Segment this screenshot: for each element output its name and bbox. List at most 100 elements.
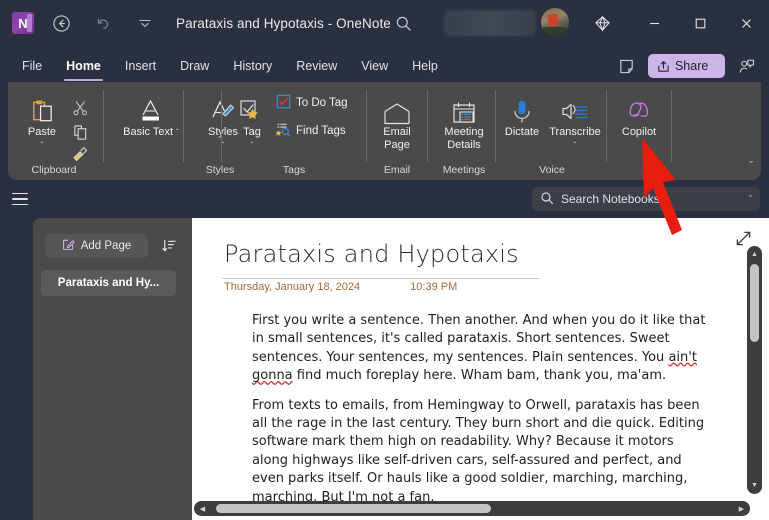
- ribbon-group-copilot: Copilot: [608, 82, 670, 180]
- new-page-pencil-icon: [62, 238, 75, 254]
- transcribe-label: Transcribe: [549, 126, 601, 138]
- ribbon-group-tags: Tag ˇ To Do Tag Find Tags Tags: [224, 82, 364, 180]
- hamburger-menu-icon[interactable]: [8, 187, 32, 211]
- page-time: 10:39 PM: [410, 281, 458, 293]
- group-separator: [606, 90, 607, 162]
- scroll-up-arrow[interactable]: ▲: [747, 247, 762, 262]
- undo-icon[interactable]: [88, 8, 118, 38]
- tab-draw[interactable]: Draw: [178, 56, 211, 76]
- chevron-down-icon: ˇ: [40, 140, 44, 150]
- meeting-details-button[interactable]: Meeting Details: [433, 96, 495, 151]
- note-body[interactable]: First you write a sentence. Then another…: [252, 312, 712, 520]
- note-paragraph-2: From texts to emails, from Hemingway to …: [252, 397, 705, 505]
- copilot-icon: [624, 96, 654, 126]
- add-page-label: Add Page: [80, 240, 132, 252]
- transcribe-icon: [560, 96, 590, 126]
- group-label-voice: Voice: [539, 164, 565, 176]
- chevron-down-icon[interactable]: ˇ: [749, 194, 752, 204]
- account-name-blurred[interactable]: [444, 10, 536, 36]
- find-tags-button[interactable]: Find Tags: [275, 122, 346, 140]
- add-page-button[interactable]: Add Page: [45, 234, 148, 258]
- paste-label: Paste: [27, 126, 57, 138]
- to-do-tag-button[interactable]: To Do Tag: [276, 94, 348, 112]
- sort-icon[interactable]: [158, 235, 180, 257]
- window-title: Parataxis and Hypotaxis - OneNote: [176, 15, 391, 31]
- window-controls: [631, 0, 769, 46]
- onenote-window: N Parataxis and Hypotaxis - OneNote File…: [0, 0, 769, 520]
- chevron-down-icon: ˇ: [250, 140, 254, 150]
- page-list-pane: Add Page Parataxis and Hy...: [33, 218, 192, 520]
- search-icon: [540, 191, 554, 208]
- transcribe-button[interactable]: Transcribe ˇ: [545, 96, 605, 150]
- tab-home[interactable]: Home: [64, 56, 103, 81]
- format-painter-button[interactable]: [70, 144, 90, 164]
- collapse-ribbon-button[interactable]: ˇ: [749, 160, 753, 172]
- title-bar: N Parataxis and Hypotaxis - OneNote: [0, 0, 769, 46]
- share-label: Share: [674, 59, 709, 73]
- ribbon-group-meetings: Meeting Details Meetings: [429, 82, 499, 180]
- cut-button[interactable]: [70, 98, 90, 118]
- tab-view[interactable]: View: [359, 56, 390, 76]
- group-label-tags: Tags: [282, 164, 306, 176]
- search-notebooks-input[interactable]: Search Notebooks ˇ: [532, 187, 760, 211]
- scroll-left-arrow[interactable]: ◀: [195, 501, 210, 516]
- misspelled-word: ain't: [668, 349, 697, 365]
- basic-text-label: Basic Text ˇ: [123, 126, 179, 138]
- email-page-button[interactable]: Email Page: [372, 96, 422, 151]
- paste-icon: [29, 96, 56, 126]
- basic-text-icon: [136, 96, 166, 126]
- search-notebooks-placeholder: Search Notebooks: [561, 192, 660, 206]
- close-button[interactable]: [723, 0, 769, 46]
- tab-file[interactable]: File: [20, 56, 44, 76]
- ribbon-group-clipboard: Paste ˇ Clipboard: [8, 82, 100, 180]
- todo-checkbox-icon: [276, 94, 291, 112]
- tag-label: Tag: [243, 126, 261, 138]
- sticky-note-icon[interactable]: [612, 52, 642, 80]
- page-timestamp[interactable]: Thursday, January 18, 2024 10:39 PM: [224, 281, 554, 293]
- page-title[interactable]: Parataxis and Hypotaxis: [224, 240, 519, 268]
- paste-button[interactable]: Paste ˇ: [20, 96, 64, 150]
- vertical-scroll-thumb[interactable]: [750, 264, 759, 342]
- customize-quick-access-icon[interactable]: [130, 8, 160, 38]
- dictate-button[interactable]: Dictate: [499, 96, 545, 139]
- add-person-icon[interactable]: [731, 52, 761, 80]
- group-separator: [103, 90, 104, 162]
- copilot-label: Copilot: [621, 126, 657, 138]
- tag-button[interactable]: Tag ˇ: [230, 96, 274, 150]
- share-button[interactable]: Share ˇ: [647, 54, 725, 78]
- scroll-right-arrow[interactable]: ▶: [734, 501, 749, 516]
- copilot-button[interactable]: Copilot: [612, 96, 666, 139]
- copy-button[interactable]: [70, 122, 90, 142]
- group-separator: [495, 90, 496, 162]
- expand-page-icon[interactable]: [733, 228, 753, 248]
- avatar[interactable]: [541, 8, 569, 36]
- group-separator: [427, 90, 428, 162]
- title-divider: [222, 278, 540, 279]
- tab-review[interactable]: Review: [294, 56, 339, 76]
- group-separator: [221, 90, 222, 162]
- vertical-scrollbar[interactable]: ▲ ▼: [747, 246, 762, 494]
- maximize-button[interactable]: [677, 0, 723, 46]
- page-list-item-selected[interactable]: Parataxis and Hy...: [41, 270, 176, 296]
- to-do-tag-label: To Do Tag: [296, 97, 348, 109]
- chevron-down-icon: ˇ: [713, 61, 716, 70]
- horizontal-scroll-thumb[interactable]: [216, 504, 491, 513]
- scroll-down-arrow[interactable]: ▼: [747, 478, 762, 493]
- menu-bar-right: Share ˇ: [612, 52, 761, 80]
- tab-history[interactable]: History: [231, 56, 274, 76]
- misspelled-word: gonna: [252, 368, 293, 384]
- group-separator: [671, 90, 672, 162]
- microphone-icon: [509, 96, 535, 126]
- tab-insert[interactable]: Insert: [123, 56, 158, 76]
- horizontal-scrollbar[interactable]: ◀ ▶: [194, 501, 750, 516]
- group-label-clipboard: Clipboard: [31, 164, 77, 176]
- note-canvas: Parataxis and Hypotaxis Thursday, Januar…: [192, 218, 769, 520]
- search-icon[interactable]: [388, 8, 418, 38]
- tab-help[interactable]: Help: [410, 56, 440, 76]
- ribbon-group-email: Email Page Email: [368, 82, 426, 180]
- dictate-label: Dictate: [504, 126, 540, 138]
- back-arrow-icon[interactable]: [46, 8, 76, 38]
- diamond-icon[interactable]: [587, 8, 617, 38]
- minimize-button[interactable]: [631, 0, 677, 46]
- basic-text-button[interactable]: Basic Text ˇ: [121, 96, 181, 139]
